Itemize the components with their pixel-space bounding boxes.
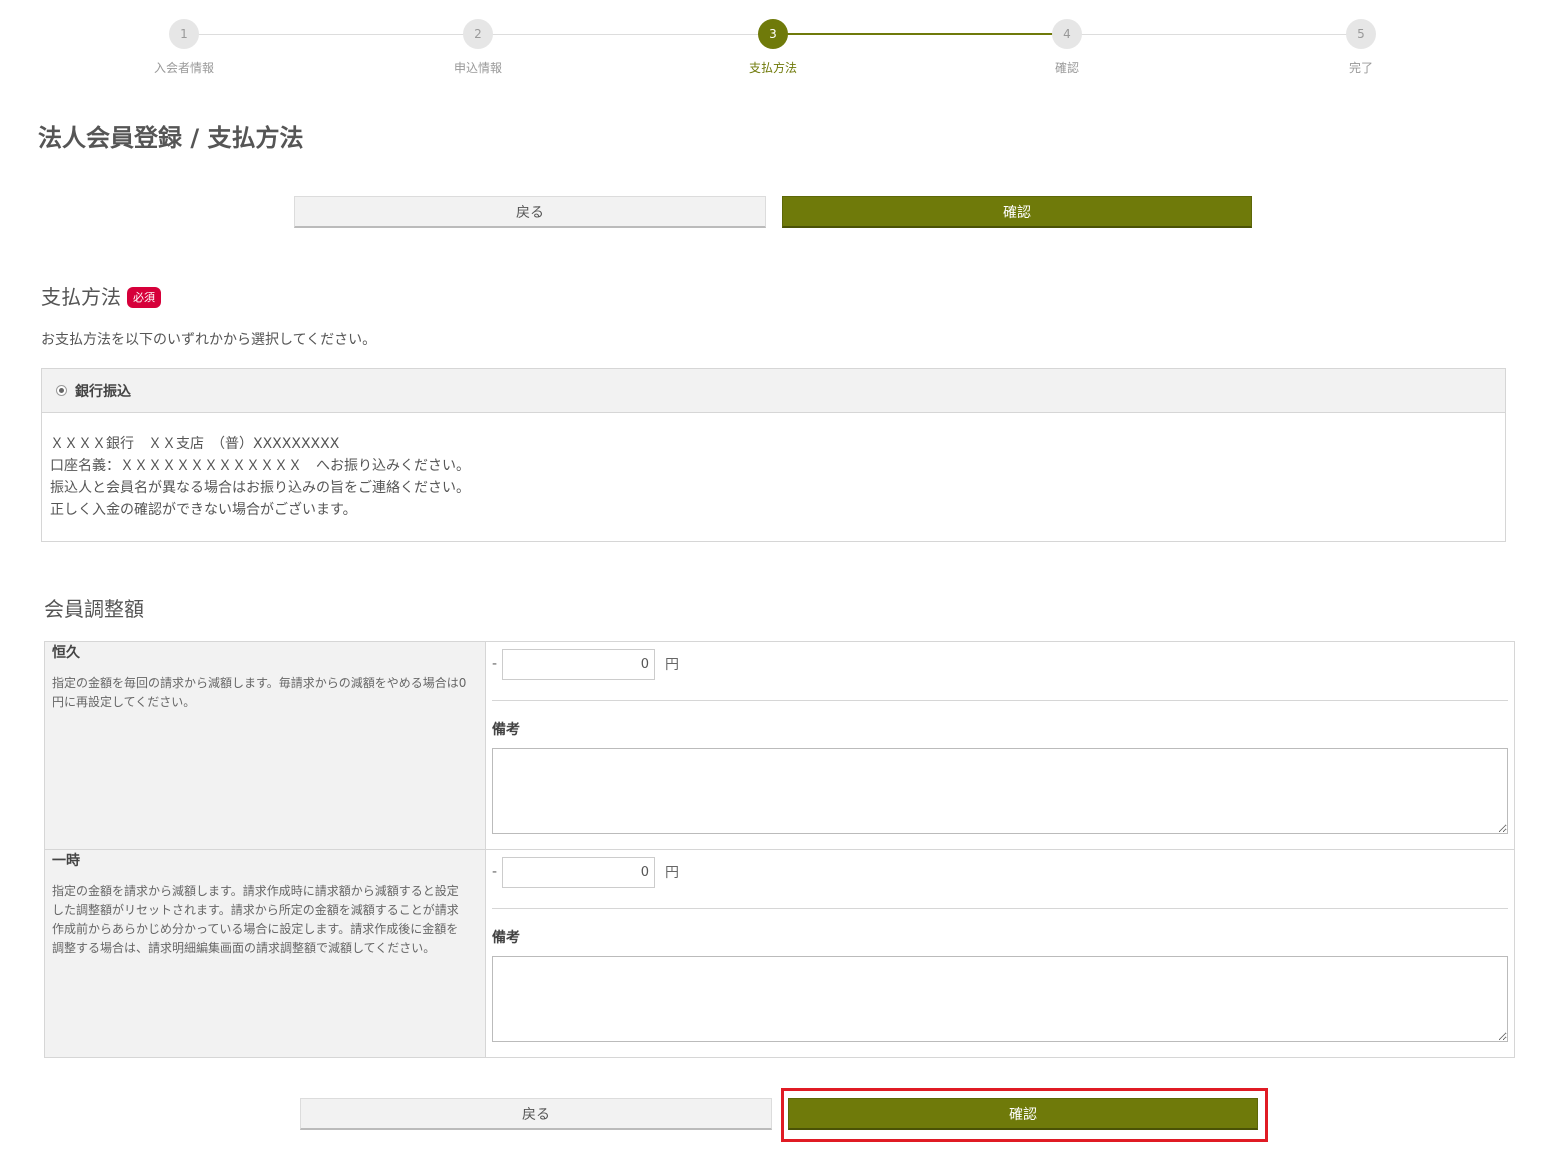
bank-detail-line: ＸＸＸＸ銀行 ＸＸ支店 （普）XXXXXXXXX [50,436,340,452]
permanent-amount-input[interactable] [502,648,655,680]
remarks-label: 備考 [492,930,520,946]
page-title: 法人会員登録 / 支払方法 [38,124,304,152]
adjustment-row-temporary: 一時 指定の金額を請求から減額します。請求作成時に請求額から減額すると設定した調… [44,849,1515,1058]
adjustment-label: 恒久 [52,645,80,661]
permanent-remarks-textarea[interactable] [492,748,1508,834]
step-number: 3 [758,19,788,49]
back-button-top[interactable]: 戻る [294,196,766,228]
required-badge: 必須 [127,287,161,308]
step-2: 2 申込情報 [418,19,538,76]
step-label: 支払方法 [748,61,797,75]
currency-unit: 円 [665,657,679,673]
bank-transfer-radio[interactable] [56,385,67,396]
confirm-button-top[interactable]: 確認 [782,196,1252,228]
step-number: 1 [169,19,199,49]
divider [492,700,1508,701]
adjustment-label-cell: 一時 指定の金額を請求から減額します。請求作成時に請求額から減額すると設定した調… [44,849,486,1058]
adjustment-description: 指定の金額を毎回の請求から減額します。毎請求からの減額をやめる場合は0円に再設定… [52,676,467,709]
payment-description: お支払方法を以下のいずれかから選択してください。 [41,332,377,348]
temporary-amount-input[interactable] [502,856,655,888]
step-label: 申込情報 [453,61,502,75]
step-label: 確認 [1054,61,1079,75]
minus-sign: - [492,656,498,672]
progress-stepper: 1 入会者情報 2 申込情報 3 支払方法 4 確認 5 完了 [0,0,1550,90]
minus-sign: - [492,864,498,880]
step-number: 5 [1346,19,1376,49]
payment-option-panel: 銀行振込 ＸＸＸＸ銀行 ＸＸ支店 （普）XXXXXXXXX 口座名義：ＸＸＸＸＸ… [41,368,1506,542]
payment-title-text: 支払方法 [41,285,121,309]
step-label: 入会者情報 [153,61,214,75]
step-1: 1 入会者情報 [124,19,244,76]
bank-transfer-details: ＸＸＸＸ銀行 ＸＸ支店 （普）XXXXXXXXX 口座名義：ＸＸＸＸＸＸＸＸＸＸ… [42,413,1505,521]
remarks-label: 備考 [492,722,520,738]
bank-transfer-label: 銀行振込 [75,383,131,400]
back-button-bottom[interactable]: 戻る [300,1098,772,1130]
adjustment-value-cell: - 円 備考 [485,849,1515,1058]
step-4: 4 確認 [1007,19,1127,76]
payment-section-title: 支払方法 必須 [41,281,161,310]
adjustment-label: 一時 [52,853,80,869]
adjustment-row-permanent: 恒久 指定の金額を毎回の請求から減額します。毎請求からの減額をやめる場合は0円に… [44,641,1515,850]
step-label: 完了 [1348,61,1373,75]
step-3-current: 3 支払方法 [713,19,833,76]
currency-unit: 円 [665,865,679,881]
highlight-frame [781,1088,1268,1142]
adjustment-value-cell: - 円 備考 [485,641,1515,850]
adjustment-label-cell: 恒久 指定の金額を毎回の請求から減額します。毎請求からの減額をやめる場合は0円に… [44,641,486,850]
bank-detail-line: 振込人と会員名が異なる場合はお振り込みの旨をご連絡ください。 [50,480,470,496]
bank-detail-line: 口座名義：ＸＸＸＸＸＸＸＸＸＸＸＸＸ へお振り込みください。 [50,458,470,474]
adjustment-table: 恒久 指定の金額を毎回の請求から減額します。毎請求からの減額をやめる場合は0円に… [44,641,1515,1058]
step-number: 4 [1052,19,1082,49]
bank-transfer-option[interactable]: 銀行振込 [42,369,1505,413]
step-number: 2 [463,19,493,49]
divider [492,908,1508,909]
bank-detail-line: 正しく入金の確認ができない場合がございます。 [50,502,357,518]
step-5: 5 完了 [1301,19,1421,76]
adjustment-description: 指定の金額を請求から減額します。請求作成時に請求額から減額すると設定した調整額が… [52,884,459,955]
adjustment-section-title: 会員調整額 [44,597,144,621]
temporary-remarks-textarea[interactable] [492,956,1508,1042]
